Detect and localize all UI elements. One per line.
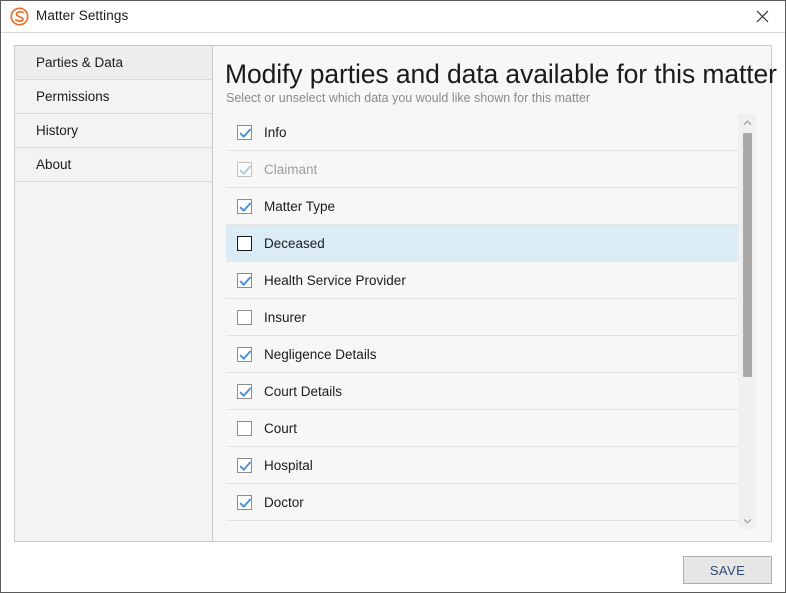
list-item-label: Health Service Provider — [264, 272, 406, 288]
sidebar-item-label: Permissions — [36, 89, 110, 104]
title-bar: Matter Settings — [1, 1, 785, 33]
sidebar-item-parties-and-data[interactable]: Parties & Data — [15, 46, 212, 80]
main-pane: Modify parties and data available for th… — [213, 46, 777, 541]
list-item-label: Info — [264, 124, 287, 140]
list-item-label: Deceased — [264, 235, 325, 251]
list-item[interactable]: Deceased — [226, 225, 739, 262]
list-item[interactable]: Court Details — [226, 373, 739, 410]
checkbox-unchecked-icon[interactable] — [237, 420, 252, 436]
sidebar-item-label: History — [36, 123, 79, 138]
chevron-down-icon[interactable] — [739, 512, 756, 529]
list-item[interactable]: Matter Type — [226, 188, 739, 225]
window-title: Matter Settings — [36, 8, 129, 23]
list-item[interactable]: Doctor — [226, 484, 739, 521]
sidebar-item-label: About — [36, 157, 72, 172]
sidebar-item-label: Parties & Data — [36, 55, 124, 70]
checkbox-checked-icon[interactable] — [237, 272, 252, 288]
settings-content-panel: Parties & Data Permissions History About… — [14, 45, 777, 542]
page-title: Modify parties and data available for th… — [225, 59, 777, 89]
checkbox-checked-icon[interactable] — [237, 161, 252, 177]
list-item[interactable]: Court — [226, 410, 739, 447]
checkbox-checked-icon[interactable] — [237, 346, 252, 362]
page-subtitle: Select or unselect which data you would … — [226, 91, 591, 105]
list-item[interactable]: Info — [226, 114, 739, 151]
list-item-label: Doctor — [264, 494, 304, 510]
list-item-label: Claimant — [264, 161, 318, 177]
sidebar-item-permissions[interactable]: Permissions — [15, 80, 212, 114]
list-item[interactable]: Health Service Provider — [226, 262, 739, 299]
close-icon[interactable] — [740, 1, 785, 31]
dialog-footer: SAVE — [1, 542, 785, 592]
data-options-region: Info Claimant Matter Type Deceased Health Se… — [226, 114, 756, 529]
list-item[interactable]: Negligence Details — [226, 336, 739, 373]
spiral-logo-icon — [10, 7, 29, 26]
sidebar-item-about[interactable]: About — [15, 148, 212, 182]
list-item-label: Matter Type — [264, 198, 336, 214]
list-item-label: Hospital — [264, 457, 313, 473]
list-item[interactable]: Insurer — [226, 299, 739, 336]
checkbox-unchecked-icon[interactable] — [237, 235, 252, 251]
list-item-label: Insurer — [264, 309, 307, 325]
checkbox-checked-icon[interactable] — [237, 457, 252, 473]
list-item[interactable]: Hospital — [226, 447, 739, 484]
chevron-up-icon[interactable] — [739, 114, 756, 131]
list-item[interactable]: Claimant — [226, 151, 739, 188]
sidebar-item-history[interactable]: History — [15, 114, 212, 148]
scrollbar-thumb[interactable] — [743, 133, 752, 377]
list-item-label: Court Details — [264, 383, 343, 399]
checkbox-checked-icon[interactable] — [237, 383, 252, 399]
sidebar-nav: Parties & Data Permissions History About — [15, 46, 213, 541]
list-scrollbar[interactable] — [738, 114, 756, 529]
checkbox-checked-icon[interactable] — [237, 198, 252, 214]
checkbox-unchecked-icon[interactable] — [237, 309, 252, 325]
matter-settings-window: Matter Settings Parties & Data Permissio… — [0, 0, 786, 593]
checkbox-checked-icon[interactable] — [237, 494, 252, 510]
save-button[interactable]: SAVE — [683, 556, 772, 584]
list-item-label: Court — [264, 420, 298, 436]
checkbox-checked-icon[interactable] — [237, 124, 252, 140]
list-item-label: Negligence Details — [264, 346, 377, 362]
data-options-list: Info Claimant Matter Type Deceased Health Se… — [226, 114, 739, 529]
